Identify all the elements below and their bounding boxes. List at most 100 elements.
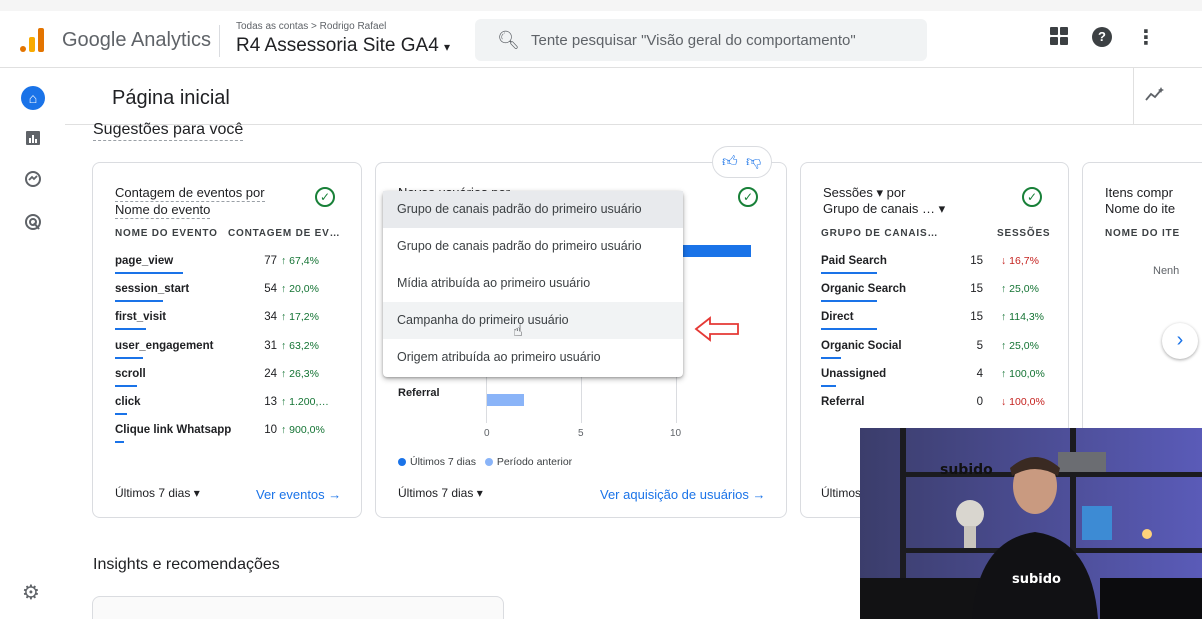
- row-value: 15: [970, 255, 983, 267]
- table-row[interactable]: session_start 54 ↑ 20,0%: [115, 283, 343, 311]
- dropdown-option[interactable]: Origem atribuída ao primeiro usuário: [383, 339, 683, 376]
- legend-dot: [484, 458, 493, 466]
- row-value: 34: [264, 311, 277, 324]
- arrow-right-icon: →: [328, 487, 342, 502]
- table-row[interactable]: Paid Search 15 ↓ 16,7%: [821, 255, 1049, 283]
- dropdown-option[interactable]: Grupo de canais padrão do primeiro usuár…: [383, 191, 683, 228]
- row-bar: [115, 356, 143, 359]
- row-change: ↑ 900,0%: [281, 424, 325, 437]
- left-nav: ⌂: [0, 68, 65, 619]
- date-range-selector[interactable]: Últimos 7 dias ▾: [115, 486, 200, 500]
- feedback-buttons: 👍︎ 👎︎: [712, 146, 772, 178]
- table-row[interactable]: page_view 77 ↑ 67,4%: [115, 255, 343, 283]
- view-user-acquisition-link[interactable]: Ver aquisição de usuários →: [600, 487, 766, 502]
- divider: [1133, 68, 1134, 125]
- chevron-down-icon: ▾: [193, 486, 200, 500]
- check-circle-icon[interactable]: ✓: [1022, 187, 1042, 207]
- card-title: Itens compr Nome do ite: [1105, 185, 1176, 216]
- axis-tick: 5: [578, 428, 584, 439]
- table-row[interactable]: first_visit 34 ↑ 17,2%: [115, 311, 343, 339]
- row-label: first_visit: [115, 311, 167, 324]
- explore-icon[interactable]: [21, 170, 45, 194]
- column-header: SESSÕES: [997, 228, 1051, 239]
- table-row[interactable]: user_engagement 31 ↑ 63,2%: [115, 340, 343, 368]
- card-title: Contagem de eventos por Nome do evento: [115, 185, 265, 219]
- row-value: 15: [970, 311, 983, 324]
- search-icon: 🔍︎: [497, 30, 520, 50]
- row-value: 77: [264, 255, 277, 267]
- table-row[interactable]: Clique link Whatsapp 10 ↑ 900,0%: [115, 424, 343, 452]
- table-row[interactable]: Unassigned 4 ↑ 100,0%: [821, 368, 1049, 396]
- row-change: ↑ 20,0%: [281, 283, 319, 296]
- dropdown-option[interactable]: Grupo de canais padrão do primeiro usuár…: [383, 228, 683, 265]
- row-bar: [821, 272, 877, 274]
- table-row[interactable]: Direct 15 ↑ 114,3%: [821, 311, 1049, 339]
- insights-title: Insights e recomendações: [93, 556, 280, 573]
- row-bar: [115, 328, 146, 331]
- table-row[interactable]: scroll 24 ↑ 26,3%: [115, 368, 343, 396]
- advertising-icon[interactable]: [21, 213, 45, 237]
- table-row[interactable]: Organic Search 15 ↑ 25,0%: [821, 283, 1049, 311]
- insights-sparkle-icon[interactable]: [1145, 87, 1165, 108]
- row-bar: [115, 413, 127, 415]
- divider: [219, 25, 220, 57]
- dropdown-option[interactable]: Campanha do primeiro usuário: [383, 302, 683, 339]
- row-label: Unassigned: [821, 367, 887, 380]
- chevron-down-icon: ▾: [444, 40, 451, 54]
- arrow-right-icon: →: [752, 487, 766, 502]
- column-header: NOME DO EVENTO: [115, 228, 218, 239]
- chart-legend: Últimos 7 dias Período anterior: [398, 456, 572, 468]
- presenter-video-frame: subido subido: [860, 428, 1202, 619]
- view-events-link[interactable]: Ver eventos →: [256, 487, 341, 502]
- dimension-dropdown-menu: Grupo de canais padrão do primeiro usuár…: [383, 191, 683, 377]
- row-label: Paid Search: [821, 255, 887, 267]
- chevron-down-icon: ▾: [476, 486, 483, 500]
- row-bar: [115, 384, 137, 387]
- row-bar: [115, 441, 124, 444]
- property-selector[interactable]: R4 Assessoria Site GA4 ▾: [236, 35, 450, 57]
- row-label: page_view: [115, 255, 174, 267]
- row-label: click: [115, 396, 141, 408]
- row-label: session_start: [115, 283, 190, 296]
- row-change: ↑ 25,0%: [1001, 339, 1039, 352]
- thumbs-down-icon[interactable]: 👎︎: [746, 153, 761, 171]
- carousel-next-button[interactable]: ›: [1162, 323, 1198, 359]
- row-bar: [821, 384, 836, 387]
- apps-grid-icon[interactable]: [1050, 27, 1068, 45]
- row-change: ↑ 114,3%: [1001, 311, 1044, 324]
- more-vert-icon[interactable]: ⋮: [1136, 25, 1156, 50]
- help-icon[interactable]: ?: [1092, 27, 1112, 47]
- check-circle-icon[interactable]: ✓: [315, 187, 335, 207]
- row-bar: [821, 356, 841, 359]
- reports-icon[interactable]: [21, 128, 45, 152]
- product-name[interactable]: Google Analytics: [62, 29, 211, 52]
- row-value: 13: [264, 396, 277, 408]
- dropdown-option[interactable]: Mídia atribuída ao primeiro usuário: [383, 265, 683, 302]
- thumbs-up-icon[interactable]: 👍︎: [722, 153, 738, 171]
- row-change: ↑ 17,2%: [281, 311, 319, 324]
- row-bar: [115, 300, 163, 303]
- row-label: Clique link Whatsapp: [115, 424, 232, 437]
- search-placeholder: Tente pesquisar "Visão geral do comporta…: [531, 32, 856, 49]
- analytics-logo-icon[interactable]: [20, 28, 46, 52]
- table-row[interactable]: Organic Social 5 ↑ 25,0%: [821, 340, 1049, 368]
- page-header: Página inicial: [65, 68, 1202, 125]
- row-change: ↑ 100,0%: [1001, 367, 1045, 380]
- row-change: ↑ 1.200,…: [281, 396, 329, 408]
- property-name: R4 Assessoria Site GA4: [236, 35, 439, 56]
- search-bar[interactable]: 🔍︎ Tente pesquisar "Visão geral do compo…: [475, 19, 927, 61]
- row-label: Direct: [821, 311, 854, 324]
- settings-gear-icon[interactable]: ⚙: [22, 580, 40, 605]
- table-row[interactable]: Referral 0 ↓ 100,0%: [821, 396, 1049, 424]
- home-icon[interactable]: ⌂: [21, 86, 45, 110]
- row-label: Organic Search: [821, 283, 907, 296]
- top-bar: Google Analytics Todas as contas > Rodri…: [0, 0, 1202, 68]
- date-range-selector[interactable]: Últimos: [821, 486, 861, 500]
- row-value: 54: [264, 283, 277, 296]
- check-circle-icon[interactable]: ✓: [738, 187, 758, 207]
- table-row[interactable]: click 13 ↑ 1.200,…: [115, 396, 343, 424]
- row-change: ↓ 100,0%: [1001, 396, 1045, 408]
- row-value: 10: [264, 424, 277, 437]
- date-range-selector[interactable]: Últimos 7 dias ▾: [398, 486, 483, 500]
- breadcrumb[interactable]: Todas as contas > Rodrigo Rafael: [236, 21, 386, 32]
